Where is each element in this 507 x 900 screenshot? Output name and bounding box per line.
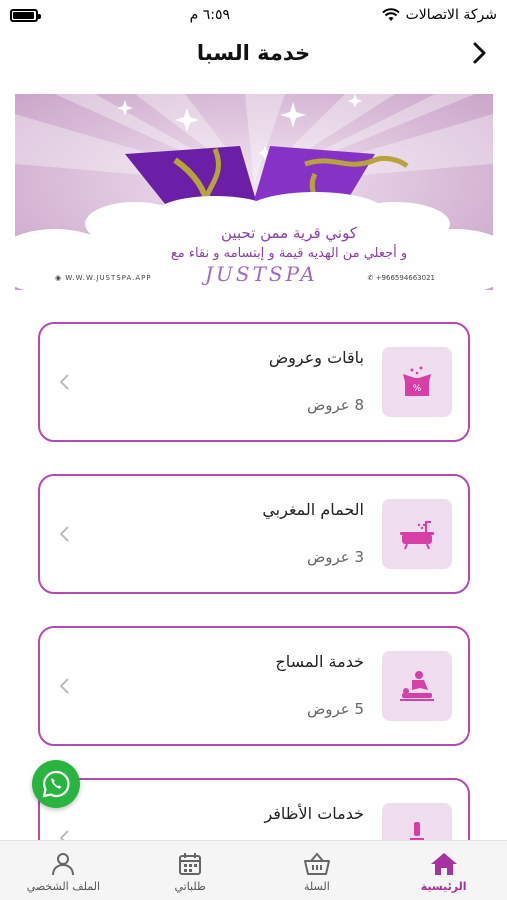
- status-time: ٦:٥٩ م: [189, 7, 230, 23]
- tab-cart[interactable]: السلة: [254, 841, 381, 900]
- banner-website-text: W.W.W.JUSTSPA.APP: [65, 274, 152, 282]
- banner-brand: JUSTSPA: [205, 262, 318, 286]
- carrier-group: شركة الاتصالات: [381, 7, 497, 23]
- svg-text:%: %: [413, 384, 422, 394]
- massage-icon: [400, 671, 434, 701]
- tab-label: الملف الشخصي: [26, 880, 101, 893]
- service-card-moroccan-bath[interactable]: الحمام المغربي 3 عروض: [38, 474, 470, 594]
- service-name: خدمات الأظافر: [264, 804, 364, 823]
- chevron-left-icon: [59, 374, 69, 390]
- service-count: 5 عروض: [307, 700, 364, 718]
- wifi-icon: [381, 8, 400, 21]
- service-card-offers[interactable]: % باقات وعروض 8 عروض: [38, 322, 470, 442]
- banner-phone: ✆ +966594663021: [367, 274, 435, 282]
- service-thumb: [382, 651, 452, 721]
- app-screen: ٦:٥٩ م شركة الاتصالات خدمة السبا كوني قر…: [0, 0, 507, 900]
- banner-website: ◉ W.W.W.JUSTSPA.APP: [55, 274, 152, 282]
- tab-label: الرئيسية: [420, 880, 467, 893]
- calendar-icon: [179, 853, 202, 875]
- page-title: خدمة السبا: [196, 41, 311, 65]
- whatsapp-button[interactable]: [32, 760, 80, 808]
- service-card-massage[interactable]: خدمة المساج 5 عروض: [38, 626, 470, 746]
- tab-label: طلباتي: [174, 880, 206, 893]
- service-name: باقات وعروض: [268, 348, 364, 367]
- back-button[interactable]: [465, 38, 493, 68]
- service-count: 3 عروض: [307, 548, 364, 566]
- tab-label: السلة: [303, 880, 330, 893]
- status-bar: ٦:٥٩ م شركة الاتصالات: [0, 0, 507, 30]
- carrier-name: شركة الاتصالات: [405, 7, 497, 23]
- service-thumb: [382, 499, 452, 569]
- tab-orders[interactable]: طلباتي: [127, 841, 254, 900]
- chevron-left-icon: [59, 526, 69, 542]
- chevron-left-icon: [59, 678, 69, 694]
- tab-profile[interactable]: الملف الشخصي: [0, 841, 127, 900]
- service-count: 8 عروض: [307, 396, 364, 414]
- bottom-tab-bar: الملف الشخصي طلباتي السلة الرئيسية: [0, 840, 507, 900]
- basket-icon: [303, 852, 330, 875]
- promo-banner[interactable]: كوني قرية ممن تحبين و أجعلي من الهديه قي…: [15, 94, 493, 290]
- chevron-right-icon: [473, 42, 486, 64]
- battery-icon: [10, 8, 41, 22]
- service-name: الحمام المغربي: [262, 500, 364, 519]
- service-thumb: %: [382, 347, 452, 417]
- service-name: خدمة المساج: [275, 652, 364, 671]
- tab-home[interactable]: الرئيسية: [380, 841, 507, 900]
- user-icon: [52, 853, 75, 876]
- banner-line2: و أجعلي من الهديه قيمة و إبتسامه و نقاء …: [170, 246, 408, 261]
- page-header: خدمة السبا: [0, 30, 507, 76]
- bathtub-icon: [400, 521, 434, 550]
- home-icon: [430, 853, 457, 875]
- banner-line1: كوني قرية ممن تحبين: [221, 224, 357, 242]
- whatsapp-icon: [42, 770, 70, 798]
- gift-box-icon: %: [403, 366, 431, 396]
- banner-phone-text: +966594663021: [375, 274, 435, 282]
